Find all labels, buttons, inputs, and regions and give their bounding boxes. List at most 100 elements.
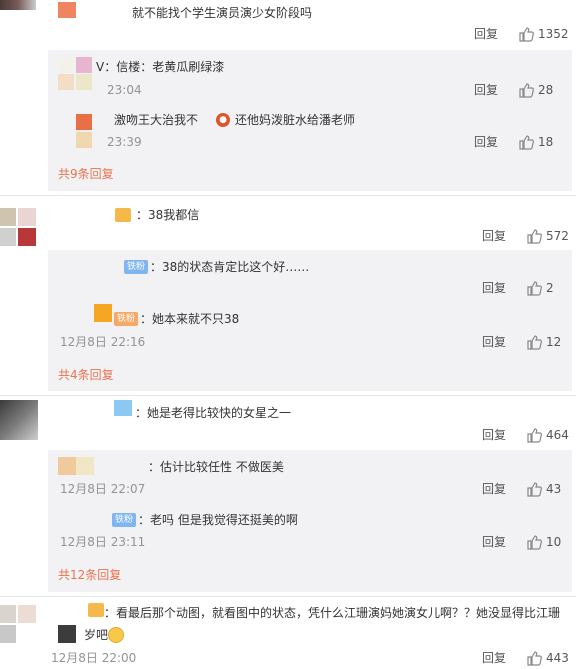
timestamp: 12月8日 22:00 — [51, 651, 137, 665]
reply-2-1: 铁粉 ：38的状态肯定比这个好…… 回复 2 — [48, 254, 572, 300]
timestamp: 12月8日 22:07 — [60, 482, 146, 496]
avatar[interactable] — [18, 605, 36, 623]
avatar[interactable] — [0, 208, 16, 226]
reply-1-2: 激吻王大治我不 ● 还他妈泼脏水给潘老师 23:39 回复 18 — [48, 106, 572, 154]
reply-button[interactable]: 回复 — [482, 280, 506, 296]
avatar[interactable] — [0, 605, 16, 623]
like-button[interactable]: 2 — [526, 280, 554, 296]
emoji-icon: ● — [216, 113, 230, 127]
reply-text: ：估计比较任性 不做医美 — [148, 460, 284, 474]
thumbs-up-icon — [527, 428, 542, 443]
avatar[interactable] — [58, 74, 74, 90]
like-button[interactable]: 1352 — [518, 26, 569, 42]
avatar[interactable] — [58, 625, 76, 643]
like-count: 28 — [538, 83, 554, 97]
like-button[interactable]: 43 — [526, 481, 561, 497]
timestamp: 23:04 — [107, 83, 142, 97]
reply-text: 激吻王大治我不 — [114, 113, 199, 127]
reply-1-1: V：信楼：老黄瓜刷绿漆 23:04 回复 28 — [48, 52, 572, 100]
timestamp: 23:39 — [107, 135, 142, 149]
reply-button[interactable]: 回复 — [482, 534, 506, 550]
reply-3-1: ：估计比较任性 不做医美 12月8日 22:07 回复 43 — [48, 454, 572, 500]
reply-body: 她本来就不只38 — [152, 312, 240, 326]
fan-badge-icon — [114, 400, 132, 416]
reply-2-2: 铁粉 ：她本来就不只38 12月8日 22:16 回复 12 — [48, 302, 572, 352]
reply-button[interactable]: 回复 — [482, 481, 506, 497]
like-button[interactable]: 464 — [526, 427, 569, 443]
avatar[interactable] — [58, 57, 74, 73]
thumbs-up-icon — [519, 135, 534, 150]
avatar[interactable] — [18, 208, 36, 226]
like-button[interactable]: 18 — [518, 134, 553, 150]
like-count: 2 — [546, 281, 554, 295]
like-count: 572 — [546, 229, 569, 243]
avatar[interactable] — [0, 400, 38, 440]
avatar[interactable] — [76, 132, 92, 148]
fan-badge: 铁粉 — [112, 513, 136, 527]
avatar[interactable] — [76, 457, 94, 475]
avatar[interactable] — [76, 74, 92, 90]
comment-text: ：她是老得比较快的女星之一 — [135, 406, 292, 420]
reply-button[interactable]: 回复 — [482, 427, 506, 443]
reply-button[interactable]: 回复 — [474, 82, 498, 98]
reply-button[interactable]: 回复 — [474, 134, 498, 150]
like-count: 1352 — [538, 27, 569, 41]
thumbs-up-icon — [527, 335, 542, 350]
avatar[interactable] — [0, 0, 36, 10]
fan-badge-icon — [88, 603, 104, 617]
comment-body: 38我都信 — [148, 208, 200, 222]
more-replies-link[interactable]: 共4条回复 — [58, 367, 114, 383]
reply-body: 老吗 但是我觉得还挺美的啊 — [150, 513, 298, 527]
avatar[interactable] — [94, 304, 112, 322]
reply-button[interactable]: 回复 — [482, 334, 506, 350]
avatar[interactable] — [58, 457, 76, 475]
avatar[interactable] — [76, 57, 92, 73]
thumbs-up-icon — [527, 651, 542, 666]
comment-text: ：看最后那个动图，就看图中的状态，凭什么江珊演妈她演女儿啊？？她没显得比江珊 — [104, 606, 561, 620]
like-count: 43 — [546, 482, 562, 496]
comment-4: ：看最后那个动图，就看图中的状态，凭什么江珊演妈她演女儿啊？？她没显得比江珊 岁… — [0, 597, 576, 669]
avatar[interactable] — [18, 228, 36, 246]
like-count: 18 — [538, 135, 554, 149]
comment-2: ：38我都信 回复 572 — [0, 196, 576, 250]
like-count: 10 — [546, 535, 562, 549]
like-button[interactable]: 443 — [526, 650, 569, 666]
thumbs-up-icon — [519, 83, 534, 98]
comment-text-line2: 岁吧 — [84, 628, 109, 642]
thumbs-up-icon — [527, 535, 542, 550]
comment-text: ：38我都信 — [136, 208, 200, 222]
timestamp: 12月8日 22:16 — [60, 335, 146, 349]
reply-text: V：信楼：老黄瓜刷绿漆 — [96, 60, 225, 74]
like-button[interactable]: 28 — [518, 82, 553, 98]
avatar[interactable] — [0, 625, 16, 643]
fan-badge: 铁粉 — [114, 312, 138, 326]
reply-text: ：老吗 但是我觉得还挺美的啊 — [138, 513, 298, 527]
comment-3: ：她是老得比较快的女星之一 回复 464 — [0, 396, 576, 448]
reply-body: 38的状态肯定比这个好…… — [162, 260, 310, 274]
timestamp: 12月8日 23:11 — [60, 535, 146, 549]
reply-body: 估计比较任性 不做医美 — [160, 460, 284, 474]
like-button[interactable]: 10 — [526, 534, 561, 550]
thumbs-up-icon — [527, 229, 542, 244]
fan-badge: 铁粉 — [124, 260, 148, 274]
avatar[interactable] — [76, 114, 92, 130]
username-blur[interactable] — [58, 2, 76, 18]
reply-button[interactable]: 回复 — [474, 26, 498, 42]
more-replies-link[interactable]: 共9条回复 — [58, 166, 114, 182]
comment-text: 就不能找个学生演员演少女阶段吗 — [132, 6, 313, 20]
like-button[interactable]: 572 — [526, 228, 569, 244]
thumbs-up-icon — [527, 281, 542, 296]
sweat-smile-emoji-icon — [108, 627, 124, 643]
thumbs-up-icon — [519, 27, 534, 42]
like-count: 12 — [546, 335, 562, 349]
avatar[interactable] — [0, 228, 16, 246]
reply-button[interactable]: 回复 — [482, 228, 506, 244]
reply-text: ：她本来就不只38 — [140, 312, 240, 326]
like-button[interactable]: 12 — [526, 334, 561, 350]
reply-3-2: 铁粉 ：老吗 但是我觉得还挺美的啊 12月8日 23:11 回复 10 — [48, 508, 572, 554]
more-replies-link[interactable]: 共12条回复 — [58, 567, 121, 583]
reply-button[interactable]: 回复 — [482, 650, 506, 666]
thumbs-up-icon — [527, 482, 542, 497]
reply-text: ：38的状态肯定比这个好…… — [150, 260, 310, 274]
comment-1: 就不能找个学生演员演少女阶段吗 回复 1352 — [0, 0, 576, 50]
